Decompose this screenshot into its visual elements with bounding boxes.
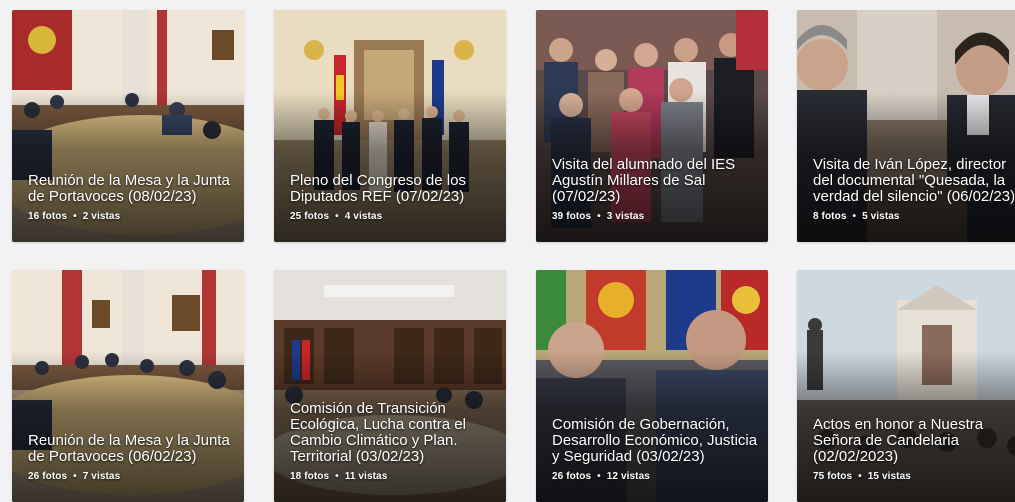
- photo-count: 25 fotos: [290, 211, 330, 222]
- album-caption: Comisión de Gobernación, Desarrollo Econ…: [552, 417, 758, 483]
- album-meta: 16 fotos • 2 vistas: [28, 211, 234, 222]
- album-card[interactable]: Comisión de Gobernación, Desarrollo Econ…: [536, 270, 768, 502]
- album-card[interactable]: Comisión de Transición Ecológica, Lucha …: [274, 270, 506, 502]
- album-caption: Reunión de la Mesa y la Junta de Portavo…: [28, 433, 234, 483]
- photo-count: 26 fotos: [28, 471, 68, 482]
- album-card[interactable]: Reunión de la Mesa y la Junta de Portavo…: [12, 270, 244, 502]
- album-meta: 26 fotos • 7 vistas: [28, 471, 234, 482]
- album-meta: 26 fotos • 12 vistas: [552, 471, 758, 482]
- album-caption: Actos en honor a Nuestra Señora de Cande…: [813, 417, 1015, 483]
- photo-count: 16 fotos: [28, 211, 68, 222]
- album-title[interactable]: Reunión de la Mesa y la Junta de Portavo…: [28, 433, 234, 465]
- photo-count: 18 fotos: [290, 471, 330, 482]
- meta-separator: •: [335, 211, 339, 222]
- album-card[interactable]: Reunión de la Mesa y la Junta de Portavo…: [12, 10, 244, 242]
- album-title[interactable]: Pleno del Congreso de los Diputados REF …: [290, 173, 496, 205]
- album-card[interactable]: Visita del alumnado del IES Agustín Mill…: [536, 10, 768, 242]
- album-title[interactable]: Comisión de Gobernación, Desarrollo Econ…: [552, 417, 758, 465]
- view-count: 3 vistas: [606, 211, 645, 222]
- album-meta: 25 fotos • 4 vistas: [290, 211, 496, 222]
- meta-separator: •: [335, 471, 339, 482]
- meta-separator: •: [73, 471, 77, 482]
- album-meta: 39 fotos • 3 vistas: [552, 211, 758, 222]
- meta-separator: •: [852, 211, 857, 222]
- album-title[interactable]: Visita del alumnado del IES Agustín Mill…: [552, 157, 758, 205]
- meta-separator: •: [858, 471, 862, 482]
- meta-separator: •: [73, 211, 77, 222]
- album-card[interactable]: Actos en honor a Nuestra Señora de Cande…: [797, 270, 1015, 502]
- album-grid: Reunión de la Mesa y la Junta de Portavo…: [0, 0, 1015, 502]
- album-caption: Pleno del Congreso de los Diputados REF …: [290, 173, 496, 223]
- meta-separator: •: [597, 471, 601, 482]
- view-count: 4 vistas: [344, 211, 383, 222]
- album-card[interactable]: Pleno del Congreso de los Diputados REF …: [274, 10, 506, 242]
- album-caption: Reunión de la Mesa y la Junta de Portavo…: [28, 173, 234, 223]
- album-meta: 18 fotos • 11 vistas: [290, 471, 496, 482]
- view-count: 7 vistas: [82, 471, 121, 482]
- view-count: 11 vistas: [344, 471, 388, 482]
- photo-count: 75 fotos: [813, 471, 853, 482]
- view-count: 2 vistas: [82, 211, 121, 222]
- album-title[interactable]: Comisión de Transición Ecológica, Lucha …: [290, 401, 496, 465]
- photo-count: 8 fotos: [813, 211, 847, 222]
- view-count: 12 vistas: [606, 471, 650, 482]
- album-caption: Visita de Iván López, director del docum…: [813, 157, 1015, 223]
- album-caption: Comisión de Transición Ecológica, Lucha …: [290, 401, 496, 483]
- album-card[interactable]: Visita de Iván López, director del docum…: [797, 10, 1015, 242]
- album-title[interactable]: Reunión de la Mesa y la Junta de Portavo…: [28, 173, 234, 205]
- view-count: 5 vistas: [862, 211, 900, 222]
- photo-count: 39 fotos: [552, 211, 592, 222]
- album-title[interactable]: Actos en honor a Nuestra Señora de Cande…: [813, 417, 1015, 465]
- meta-separator: •: [597, 211, 601, 222]
- view-count: 15 vistas: [867, 471, 911, 482]
- photo-count: 26 fotos: [552, 471, 592, 482]
- album-meta: 75 fotos • 15 vistas: [813, 471, 1015, 482]
- album-meta: 8 fotos • 5 vistas: [813, 211, 1015, 222]
- album-caption: Visita del alumnado del IES Agustín Mill…: [552, 157, 758, 223]
- album-title[interactable]: Visita de Iván López, director del docum…: [813, 157, 1015, 205]
